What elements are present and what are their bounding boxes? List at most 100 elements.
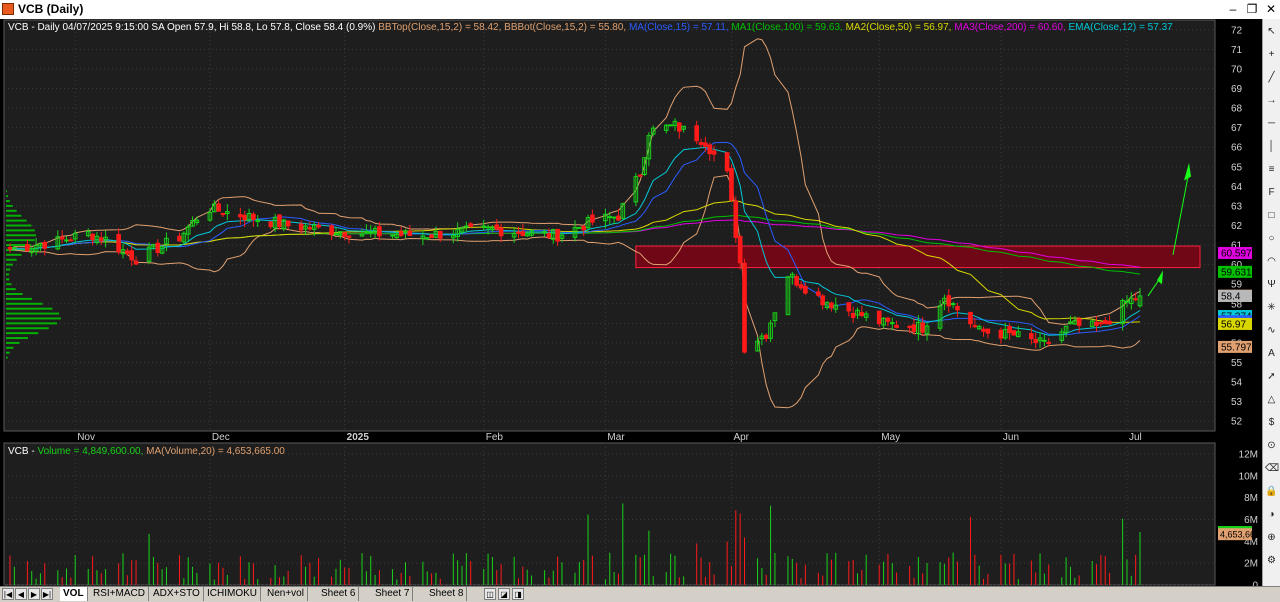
candle-body[interactable] <box>577 226 582 229</box>
hide-icon[interactable]: ◑ <box>1265 508 1278 522</box>
candle-body[interactable] <box>1011 330 1017 336</box>
cursor-icon[interactable]: ↖ <box>1265 25 1278 39</box>
rectangle-icon[interactable]: □ <box>1265 209 1278 223</box>
candle-body[interactable] <box>711 150 717 155</box>
candle-body[interactable] <box>1007 326 1012 334</box>
candle-body[interactable] <box>676 122 682 132</box>
vline-icon[interactable]: │ <box>1265 140 1278 154</box>
candle-body[interactable] <box>950 303 956 306</box>
candle-body[interactable] <box>129 250 135 261</box>
candle-body[interactable] <box>1042 339 1047 342</box>
candle-body[interactable] <box>737 235 743 264</box>
candle-body[interactable] <box>285 220 291 227</box>
fib-icon[interactable]: F <box>1265 186 1278 200</box>
candle-body[interactable] <box>907 325 912 329</box>
zoom-icon[interactable]: ⊕ <box>1265 531 1278 545</box>
candle-body[interactable] <box>494 224 500 230</box>
candle-body[interactable] <box>920 322 926 333</box>
candle-body[interactable] <box>607 216 613 219</box>
candle-body[interactable] <box>742 262 747 353</box>
candle-body[interactable] <box>116 234 121 253</box>
candle-body[interactable] <box>316 224 321 228</box>
candle-body[interactable] <box>846 302 852 312</box>
candle-body[interactable] <box>1133 298 1138 301</box>
candle-body[interactable] <box>329 225 334 235</box>
candle-body[interactable] <box>498 227 504 237</box>
channel-icon[interactable]: ≡ <box>1265 163 1278 177</box>
candle-body[interactable] <box>42 242 48 249</box>
candle-body[interactable] <box>590 214 595 223</box>
candle-body[interactable] <box>668 124 673 127</box>
candle-body[interactable] <box>581 226 587 231</box>
tab-rsi-macd[interactable]: RSI+MACD <box>90 587 149 601</box>
candle-body[interactable] <box>390 234 395 237</box>
tab-sheet-6[interactable]: Sheet 6 <box>318 587 360 601</box>
restore-button[interactable]: ❐ <box>1243 1 1261 17</box>
candle-body[interactable] <box>850 313 856 318</box>
candle-body[interactable] <box>368 231 374 234</box>
lock-icon[interactable]: 🔒 <box>1265 485 1278 499</box>
candle-body[interactable] <box>733 200 739 238</box>
chart-area[interactable]: 5253545556575859606162636465666768697071… <box>0 19 1262 586</box>
candle-body[interactable] <box>707 144 713 155</box>
price-pane[interactable] <box>3 19 1216 432</box>
candle-body[interactable] <box>155 242 161 253</box>
candle-body[interactable] <box>68 239 74 242</box>
candle-body[interactable] <box>485 226 491 229</box>
minimize-button[interactable]: – <box>1224 1 1242 17</box>
candle-body[interactable] <box>816 291 821 296</box>
eraser-icon[interactable]: ⌫ <box>1265 462 1279 476</box>
candle-body[interactable] <box>268 221 274 228</box>
candle-body[interactable] <box>277 214 282 228</box>
candle-body[interactable] <box>333 233 339 236</box>
tab-ichimoku[interactable]: ICHIMOKU <box>204 587 261 601</box>
candle-body[interactable] <box>429 234 434 239</box>
candle-body[interactable] <box>125 250 130 254</box>
price-volume-chart[interactable]: 5253545556575859606162636465666768697071… <box>0 19 1262 586</box>
candle-body[interactable] <box>698 142 704 146</box>
candle-body[interactable] <box>7 246 13 250</box>
tab-adx-sto[interactable]: ADX+STO <box>150 587 204 601</box>
candle-body[interactable] <box>985 328 991 334</box>
pitchfork-icon[interactable]: Ψ <box>1265 278 1278 292</box>
candle-body[interactable] <box>763 334 769 339</box>
candle-body[interactable] <box>1102 320 1108 325</box>
candle-body[interactable] <box>1076 318 1082 326</box>
close-button[interactable]: ✕ <box>1262 1 1280 17</box>
price-icon[interactable]: $ <box>1265 416 1278 430</box>
candle-body[interactable] <box>798 284 804 289</box>
candle-body[interactable] <box>98 237 104 242</box>
candle-body[interactable] <box>894 324 899 328</box>
crosshair-icon[interactable]: + <box>1265 48 1278 62</box>
candle-body[interactable] <box>981 328 986 332</box>
cycle-icon[interactable]: ∿ <box>1265 324 1278 338</box>
candle-body[interactable] <box>968 311 973 325</box>
candle-body[interactable] <box>59 236 65 240</box>
candle-body[interactable] <box>803 285 808 294</box>
last-sheet-button[interactable]: ▶| <box>41 588 53 600</box>
next-sheet-button[interactable]: ▶ <box>28 588 40 600</box>
candle-body[interactable] <box>177 235 182 242</box>
candle-body[interactable] <box>1094 321 1099 326</box>
candle-body[interactable] <box>307 227 313 230</box>
candle-body[interactable] <box>1046 341 1052 344</box>
hline-icon[interactable]: ─ <box>1265 117 1278 131</box>
candle-body[interactable] <box>955 305 960 311</box>
candle-body[interactable] <box>468 223 474 227</box>
candle-body[interactable] <box>724 152 730 172</box>
candle-body[interactable] <box>998 329 1004 339</box>
candle-body[interactable] <box>694 125 700 142</box>
sheet-tool-icon[interactable]: ◫ <box>484 588 496 600</box>
candle-body[interactable] <box>90 233 95 241</box>
candle-body[interactable] <box>25 244 30 252</box>
candle-body[interactable] <box>464 225 469 228</box>
candle-body[interactable] <box>216 203 221 212</box>
candle-body[interactable] <box>637 174 643 177</box>
arrow-icon[interactable]: ➚ <box>1265 370 1278 384</box>
magnet-icon[interactable]: ⊙ <box>1265 439 1278 453</box>
ellipse-icon[interactable]: ○ <box>1265 232 1278 246</box>
candle-body[interactable] <box>407 230 413 236</box>
candle-body[interactable] <box>729 168 734 201</box>
triangle-icon[interactable]: △ <box>1265 393 1278 407</box>
candle-body[interactable] <box>611 216 617 219</box>
